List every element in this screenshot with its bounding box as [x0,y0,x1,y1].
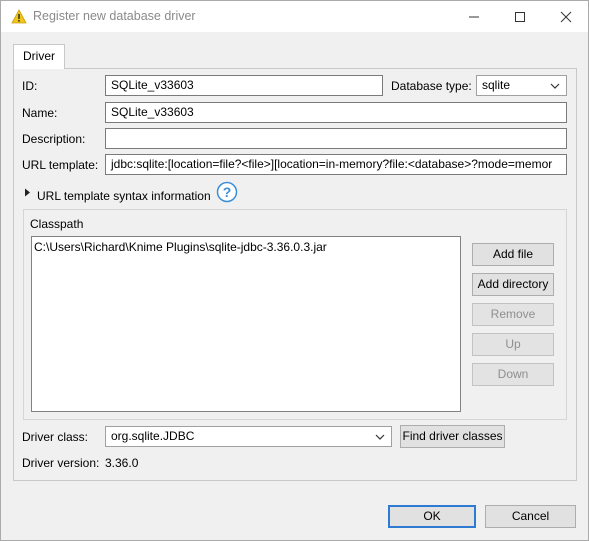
up-button[interactable]: Up [472,333,554,356]
dialog-window: Register new database driver Driver ID: … [0,0,589,541]
minimize-icon [469,16,479,18]
name-field[interactable]: SQLite_v33603 [105,102,567,123]
down-button[interactable]: Down [472,363,554,386]
add-directory-button[interactable]: Add directory [472,273,554,296]
url-syntax-expander[interactable]: URL template syntax information [22,185,217,205]
minimize-button[interactable] [451,1,497,32]
title-bar: Register new database driver [1,1,588,32]
maximize-button[interactable] [497,1,543,32]
id-label: ID: [22,79,38,93]
svg-text:?: ? [223,184,232,200]
remove-button[interactable]: Remove [472,303,554,326]
close-icon [560,11,572,23]
id-field[interactable]: SQLite_v33603 [105,75,383,96]
chevron-down-icon [550,83,560,89]
classpath-label: Classpath [30,217,84,231]
classpath-list[interactable]: C:\Users\Richard\Knime Plugins\sqlite-jd… [31,236,461,412]
find-driver-classes-button[interactable]: Find driver classes [400,425,505,448]
maximize-icon [515,12,525,22]
add-file-button[interactable]: Add file [472,243,554,266]
driver-version-value: 3.36.0 [105,456,139,470]
database-type-select[interactable]: sqlite [476,75,567,96]
name-label: Name: [22,106,58,120]
warning-triangle-icon [11,9,27,24]
driver-class-value: org.sqlite.JDBC [111,429,195,443]
driver-version-label: Driver version: [22,456,100,470]
close-button[interactable] [543,1,589,32]
question-circle-icon[interactable]: ? [216,181,238,203]
url-syntax-info-label: URL template syntax information [37,189,211,203]
window-title: Register new database driver [33,9,196,23]
url-template-field[interactable]: jdbc:sqlite:[location=file?<file>][locat… [105,154,567,175]
driver-class-select[interactable]: org.sqlite.JDBC [105,426,392,447]
cancel-button[interactable]: Cancel [485,505,576,528]
driver-class-label: Driver class: [22,430,89,444]
database-type-value: sqlite [482,78,511,92]
ok-button[interactable]: OK [388,505,476,528]
list-item[interactable]: C:\Users\Richard\Knime Plugins\sqlite-jd… [34,240,327,254]
tab-driver[interactable]: Driver [13,44,65,69]
database-type-label: Database type: [391,79,472,93]
chevron-down-icon [375,434,385,440]
triangle-right-icon [25,188,30,197]
description-field[interactable] [105,128,567,149]
description-label: Description: [22,132,86,146]
url-template-label: URL template: [22,158,99,172]
